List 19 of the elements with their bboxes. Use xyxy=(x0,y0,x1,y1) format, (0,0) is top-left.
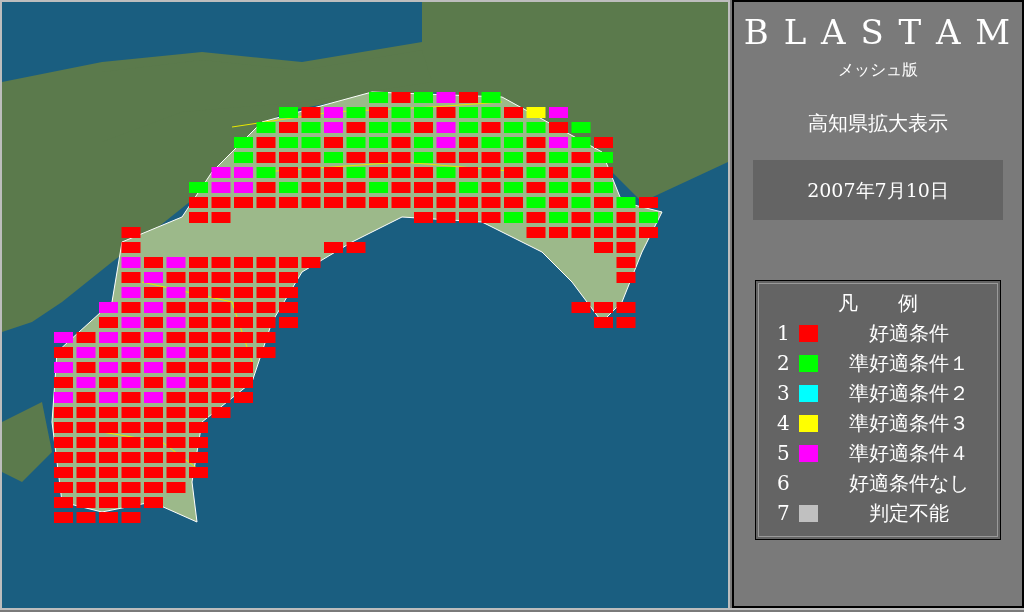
legend-number: 7 xyxy=(777,500,791,527)
date-box: 2007年7月10日 xyxy=(753,160,1003,220)
legend-label: 好適条件なし xyxy=(848,470,970,497)
subtitle: メッシュ版 xyxy=(838,59,918,81)
legend-title: 凡 例 xyxy=(837,290,919,317)
legend-number: 1 xyxy=(777,320,791,347)
legend-number: 3 xyxy=(777,380,791,407)
legend-number: 2 xyxy=(777,350,791,377)
legend-number: 6 xyxy=(777,470,791,497)
legend-number: 5 xyxy=(777,440,791,467)
legend-number: 4 xyxy=(777,410,791,437)
legend-label: 準好適条件１ xyxy=(848,350,970,377)
legend-label: 好適条件 xyxy=(868,320,950,347)
legend-label: 準好適条件４ xyxy=(848,440,970,467)
app-title: B L A S T A M xyxy=(743,11,1013,54)
region-label: 高知県拡大表示 xyxy=(808,110,948,137)
legend-label: 判定不能 xyxy=(868,500,950,527)
legend-label: 準好適条件３ xyxy=(848,410,970,437)
legend-label: 準好適条件２ xyxy=(848,380,970,407)
